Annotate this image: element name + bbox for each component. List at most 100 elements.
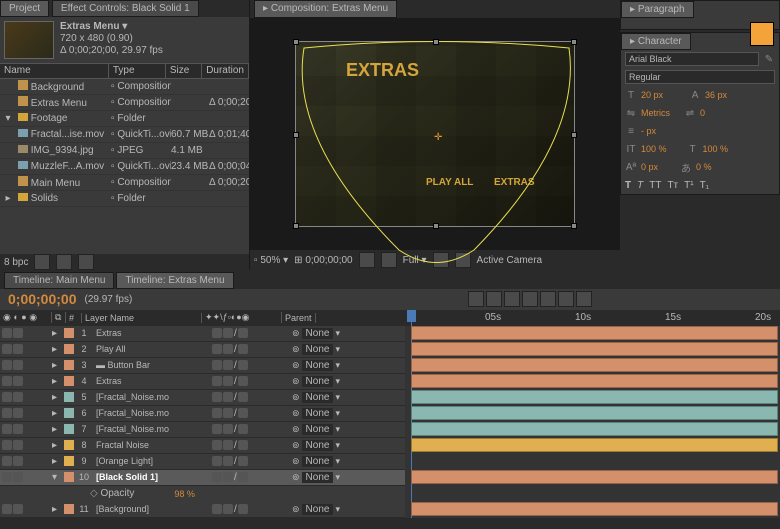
character-tab[interactable]: ▸ Character [621,33,691,50]
label-color[interactable] [64,504,74,514]
video-toggle[interactable] [2,504,12,514]
layer-bar[interactable] [411,470,778,484]
layer-bar[interactable] [411,502,778,516]
effect-controls-tab[interactable]: Effect Controls: Black Solid 1 [52,0,199,17]
text-layer-extras2[interactable]: EXTRAS [494,177,535,188]
label-color[interactable] [64,424,74,434]
layer-bar[interactable] [411,406,778,420]
layer-row[interactable]: ▸2Play All/⊚ None ▾ [0,342,405,358]
anchor-point-icon[interactable]: ✛ [434,132,442,140]
zoom-dropdown[interactable]: ▫ 50% ▾ [254,255,288,266]
layer-row[interactable]: ▸9[Orange Light]/⊚ None ▾ [0,454,405,470]
channel-icon[interactable] [381,252,397,268]
comp-flowchart-icon[interactable] [468,291,484,307]
label-color[interactable] [64,344,74,354]
current-time[interactable]: 0;00;00;00 [8,291,77,307]
composition-canvas[interactable]: EXTRAS PLAY ALL EXTRAS ✛ [295,41,575,227]
audio-toggle[interactable] [13,424,23,434]
audio-toggle[interactable] [13,360,23,370]
timeline-tab-extras[interactable]: Timeline: Extras Menu [116,272,233,289]
col-label[interactable]: ⧉ [52,312,66,323]
leading-input[interactable]: 36 px [705,90,727,100]
project-item[interactable]: IMG_9394.jpg▫ JPEG4.1 MB [0,143,249,159]
frame-blend-icon[interactable] [522,291,538,307]
timeline-track-area[interactable]: 05s10s15s20s [405,310,780,518]
viewer-time[interactable]: ⊞ 0;00;00;00 [294,255,352,266]
smallcaps-button[interactable]: Tᴛ [667,180,678,191]
label-color[interactable] [64,472,74,482]
label-color[interactable] [64,408,74,418]
handle-tr[interactable] [571,39,577,45]
time-ruler[interactable]: 05s10s15s20s [405,310,780,326]
video-toggle[interactable] [2,440,12,450]
audio-toggle[interactable] [13,456,23,466]
project-item[interactable]: ▸ Solids▫ Folder [0,191,249,207]
video-toggle[interactable] [2,360,12,370]
mask-path[interactable] [294,40,578,270]
handle-bl[interactable] [293,223,299,229]
audio-toggle[interactable] [13,408,23,418]
audio-toggle[interactable] [13,392,23,402]
layer-row[interactable]: ▸7[Fractal_Noise.mo/⊚ None ▾ [0,422,405,438]
col-switches[interactable]: ✦✦\ƒ▫◐●◉ [202,312,282,323]
label-color[interactable] [64,456,74,466]
layer-bar[interactable] [411,390,778,404]
col-num[interactable]: # [66,313,82,323]
video-toggle[interactable] [2,424,12,434]
video-toggle[interactable] [2,456,12,466]
opacity-value[interactable]: 98 % [174,489,195,499]
text-layer-playall[interactable]: PLAY ALL [426,177,473,188]
brainstorm-icon[interactable] [558,291,574,307]
label-color[interactable] [64,360,74,370]
superscript-button[interactable]: T¹ [684,180,693,191]
layer-bar[interactable] [411,374,778,388]
audio-toggle[interactable] [13,328,23,338]
col-size[interactable]: Size [166,64,202,78]
paragraph-tab[interactable]: ▸ Paragraph [621,1,694,18]
video-toggle[interactable] [2,328,12,338]
col-name[interactable]: Name [0,64,109,78]
resolution-dropdown[interactable]: Full ▾ [403,255,427,266]
video-toggle[interactable] [2,472,12,482]
composition-tab[interactable]: ▸ Composition: Extras Menu [254,0,397,18]
layer-row[interactable]: ▸6[Fractal_Noise.mo/⊚ None ▾ [0,406,405,422]
motion-blur-icon[interactable] [540,291,556,307]
layer-bar[interactable] [411,438,778,452]
project-item[interactable]: Main Menu▫ CompositionΔ 0;00;20;0 [0,175,249,191]
faux-bold-button[interactable]: T [625,180,631,191]
video-toggle[interactable] [2,408,12,418]
region-icon[interactable] [433,252,449,268]
tsume-input[interactable]: 0 % [696,162,712,172]
allcaps-button[interactable]: TT [649,180,661,191]
col-type[interactable]: Type [109,64,166,78]
hide-shy-icon[interactable] [504,291,520,307]
handle-ml[interactable] [293,132,299,138]
bpc-toggle[interactable]: 8 bpc [4,257,28,268]
project-item[interactable]: Extras Menu▫ CompositionΔ 0;00;20;0 [0,95,249,111]
col-duration[interactable]: Duration [202,64,249,78]
font-size-input[interactable]: 20 px [641,90,663,100]
layer-row[interactable]: ▸3▬ Button Bar/⊚ None ▾ [0,358,405,374]
col-layername[interactable]: Layer Name [82,313,202,323]
layer-bar[interactable] [411,326,778,340]
label-color[interactable] [64,328,74,338]
kerning-dropdown[interactable]: Metrics [641,108,670,118]
graph-editor-icon[interactable] [576,291,592,307]
layer-bar[interactable] [411,358,778,372]
snapshot-icon[interactable] [359,252,375,268]
layer-row[interactable]: ▾10[Black Solid 1]/⊚ None ▾ [0,470,405,486]
project-tab[interactable]: Project [0,0,49,17]
composition-viewer[interactable]: EXTRAS PLAY ALL EXTRAS ✛ [250,18,620,250]
audio-toggle[interactable] [13,344,23,354]
draft3d-icon[interactable] [486,291,502,307]
text-layer-extras[interactable]: EXTRAS [346,60,419,81]
col-parent[interactable]: Parent [282,313,316,323]
tracking-input[interactable]: 0 [700,108,705,118]
subscript-button[interactable]: T₁ [700,180,709,191]
project-item[interactable]: Fractal...ise.mov▫ QuickTi...ovie60.7 MB… [0,127,249,143]
vscale-input[interactable]: 100 % [641,144,667,154]
baseline-input[interactable]: 0 px [641,162,658,172]
timeline-tab-main[interactable]: Timeline: Main Menu [4,272,114,289]
font-family-dropdown[interactable]: Arial Black [625,52,759,66]
handle-mr[interactable] [571,132,577,138]
